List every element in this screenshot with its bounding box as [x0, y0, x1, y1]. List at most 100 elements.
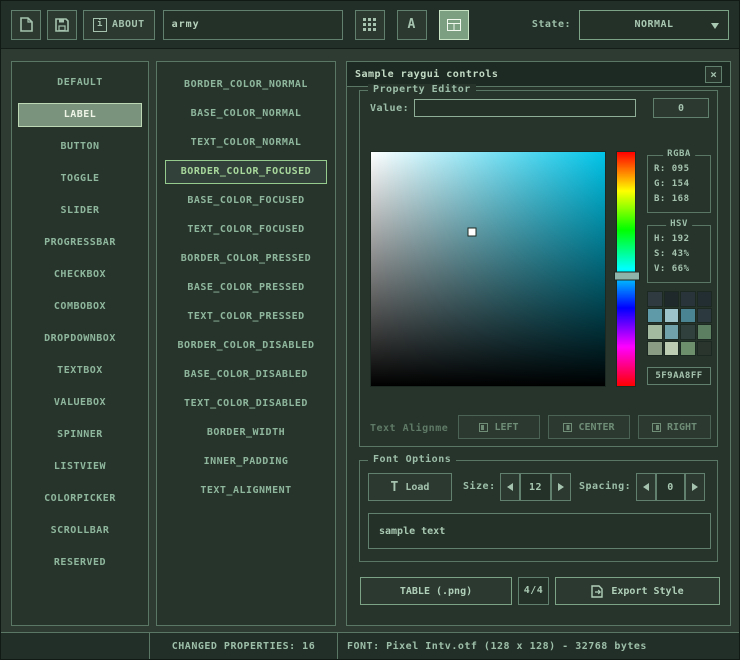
control-item-toggle[interactable]: TOGGLE	[18, 167, 142, 191]
properties-list[interactable]: BORDER_COLOR_NORMAL BASE_COLOR_NORMAL TEXT…	[156, 61, 336, 626]
control-item-slider[interactable]: SLIDER	[18, 199, 142, 223]
control-item-label[interactable]: LABEL	[18, 103, 142, 127]
palette-swatch[interactable]	[664, 341, 680, 357]
spacing-decrease-button[interactable]	[636, 473, 656, 501]
property-item-base_color_pressed[interactable]: BASE_COLOR_PRESSED	[165, 276, 327, 300]
palette-swatch[interactable]	[697, 308, 713, 324]
status-changed-properties: CHANGED PROPERTIES: 16	[149, 633, 337, 659]
view-toggles: A	[355, 10, 469, 40]
control-item-textbox[interactable]: TEXTBOX	[18, 359, 142, 383]
property-item-text_color_normal[interactable]: TEXT_COLOR_NORMAL	[165, 131, 327, 155]
style-table-view-button[interactable]	[439, 10, 469, 40]
controls-list[interactable]: DEFAULT LABEL BUTTON TOGGLE SLIDER PROGRESSBA…	[11, 61, 149, 626]
colorpicker-cursor[interactable]	[467, 227, 476, 236]
export-style-button[interactable]: Export Style	[555, 577, 720, 605]
export-table-button[interactable]: TABLE (.png)	[360, 577, 512, 605]
hsv-hue-value: H: 192	[648, 232, 710, 247]
hue-slider-handle[interactable]	[614, 272, 640, 281]
value-input[interactable]	[414, 99, 636, 117]
align-center-button[interactable]: CENTER	[548, 415, 630, 439]
align-center-label: CENTER	[578, 422, 614, 433]
rgba-group-label: RGBA	[663, 149, 695, 159]
new-file-icon	[20, 17, 33, 32]
spacing-label: Spacing:	[579, 481, 631, 492]
font-load-label: Load	[405, 482, 429, 493]
control-item-checkbox[interactable]: CHECKBOX	[18, 263, 142, 287]
status-font-info: FONT: Pixel Intv.otf (128 x 128) - 32768…	[337, 633, 739, 659]
property-item-base_color_focused[interactable]: BASE_COLOR_FOCUSED	[165, 189, 327, 213]
colorpicker-saturation-square[interactable]	[370, 151, 606, 387]
control-item-progressbar[interactable]: PROGRESSBAR	[18, 231, 142, 255]
style-table-icon	[447, 19, 461, 31]
font-view-button[interactable]: A	[397, 10, 427, 40]
spacing-value[interactable]: 0	[656, 473, 685, 501]
font-load-button[interactable]: T Load	[368, 473, 452, 501]
align-right-icon	[652, 423, 661, 432]
control-item-scrollbar[interactable]: SCROLLBAR	[18, 519, 142, 543]
palette-swatch[interactable]	[664, 308, 680, 324]
palette-swatch[interactable]	[664, 291, 680, 307]
property-item-text_color_disabled[interactable]: TEXT_COLOR_DISABLED	[165, 392, 327, 416]
about-button[interactable]: i ABOUT	[83, 10, 155, 40]
sample-text-input[interactable]	[368, 513, 711, 549]
hex-value-box[interactable]: 5F9AA8FF	[647, 367, 711, 385]
align-left-icon	[479, 423, 488, 432]
property-item-border_color_focused[interactable]: BORDER_COLOR_FOCUSED	[165, 160, 327, 184]
arrow-left-icon	[643, 483, 649, 491]
align-right-button[interactable]: RIGHT	[638, 415, 711, 439]
property-item-text_color_pressed[interactable]: TEXT_COLOR_PRESSED	[165, 305, 327, 329]
control-item-listview[interactable]: LISTVIEW	[18, 455, 142, 479]
rgba-blue-value: B: 168	[648, 192, 710, 207]
property-item-border_color_pressed[interactable]: BORDER_COLOR_PRESSED	[165, 247, 327, 271]
control-item-button[interactable]: BUTTON	[18, 135, 142, 159]
hsv-group: HSV H: 192 S: 43% V: 66%	[647, 225, 711, 283]
palette-swatch[interactable]	[647, 291, 663, 307]
property-item-base_color_disabled[interactable]: BASE_COLOR_DISABLED	[165, 363, 327, 387]
palette-swatch[interactable]	[647, 324, 663, 340]
window-title: Sample raygui controls	[355, 69, 498, 80]
palette-swatch[interactable]	[697, 341, 713, 357]
control-item-reserved[interactable]: RESERVED	[18, 551, 142, 575]
property-item-text_color_focused[interactable]: TEXT_COLOR_FOCUSED	[165, 218, 327, 242]
property-item-inner_padding[interactable]: INNER_PADDING	[165, 450, 327, 474]
align-left-button[interactable]: LEFT	[458, 415, 540, 439]
text-alignment-label: Text Alignme	[370, 423, 448, 434]
property-editor-group: Property Editor Value: 0 RGBA R: 095 G: …	[359, 90, 718, 447]
state-dropdown[interactable]: NORMAL	[579, 10, 729, 40]
palette-swatch[interactable]	[680, 291, 696, 307]
property-item-border_color_normal[interactable]: BORDER_COLOR_NORMAL	[165, 73, 327, 97]
style-name-input[interactable]	[163, 10, 343, 40]
page-indicator[interactable]: 4/4	[518, 577, 549, 605]
size-increase-button[interactable]	[551, 473, 571, 501]
value-button[interactable]: 0	[653, 98, 709, 118]
property-item-border_width[interactable]: BORDER_WIDTH	[165, 421, 327, 445]
palette-swatch[interactable]	[697, 324, 713, 340]
palette-swatch[interactable]	[647, 308, 663, 324]
palette-swatch[interactable]	[697, 291, 713, 307]
control-item-dropdownbox[interactable]: DROPDOWNBOX	[18, 327, 142, 351]
control-item-default[interactable]: DEFAULT	[18, 71, 142, 95]
align-right-label: RIGHT	[667, 422, 697, 433]
spacing-increase-button[interactable]	[685, 473, 705, 501]
save-style-button[interactable]	[47, 10, 77, 40]
grid-view-button[interactable]	[355, 10, 385, 40]
control-item-combobox[interactable]: COMBOBOX	[18, 295, 142, 319]
palette-swatch[interactable]	[647, 341, 663, 357]
property-item-text_alignment[interactable]: TEXT_ALIGNMENT	[165, 479, 327, 503]
control-item-colorpicker[interactable]: COLORPICKER	[18, 487, 142, 511]
colorpicker-hue-bar[interactable]	[616, 151, 636, 387]
palette-swatch[interactable]	[680, 341, 696, 357]
palette-swatch[interactable]	[680, 324, 696, 340]
size-value[interactable]: 12	[520, 473, 551, 501]
property-item-base_color_normal[interactable]: BASE_COLOR_NORMAL	[165, 102, 327, 126]
property-item-border_color_disabled[interactable]: BORDER_COLOR_DISABLED	[165, 334, 327, 358]
size-decrease-button[interactable]	[500, 473, 520, 501]
chevron-down-icon	[711, 23, 719, 29]
control-item-valuebox[interactable]: VALUEBOX	[18, 391, 142, 415]
new-style-button[interactable]	[11, 10, 41, 40]
close-button[interactable]: ×	[705, 66, 722, 83]
status-cell-empty	[1, 633, 149, 659]
palette-swatch[interactable]	[664, 324, 680, 340]
palette-swatch[interactable]	[680, 308, 696, 324]
control-item-spinner[interactable]: SPINNER	[18, 423, 142, 447]
